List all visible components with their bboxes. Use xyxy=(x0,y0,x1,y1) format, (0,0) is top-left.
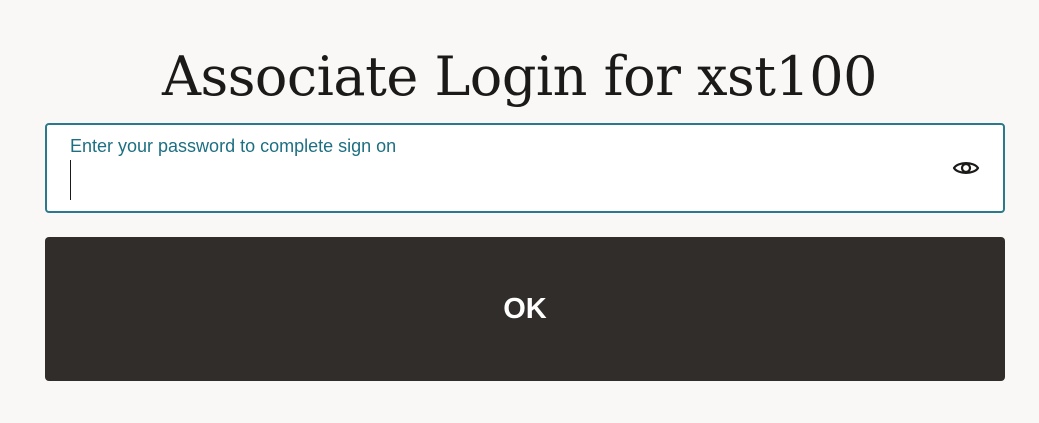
eye-icon-graphic xyxy=(952,162,980,174)
text-caret xyxy=(70,160,71,200)
password-field-label: Enter your password to complete sign on xyxy=(70,136,397,156)
ok-button[interactable]: OK xyxy=(45,237,1005,381)
eye-icon[interactable] xyxy=(951,153,981,183)
password-field[interactable]: Enter your password to complete sign on xyxy=(45,123,1005,213)
page-title: Associate Login for xst100 xyxy=(161,45,878,108)
password-input[interactable] xyxy=(70,159,930,199)
